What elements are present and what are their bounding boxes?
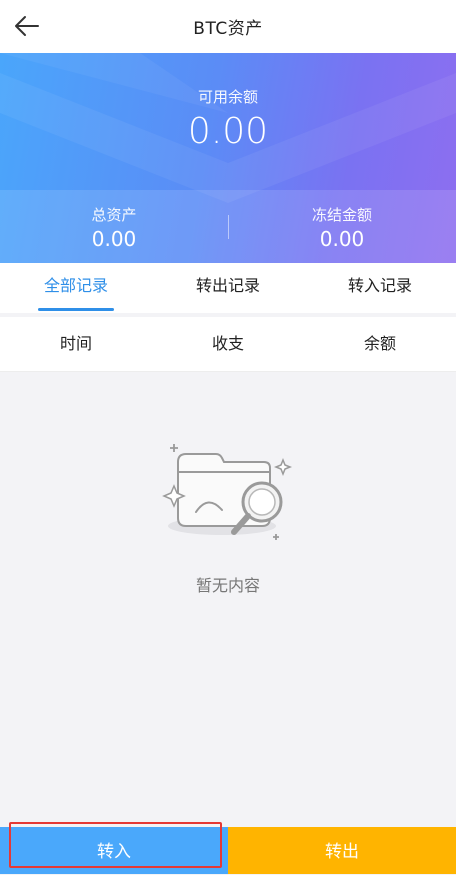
asset-summary: 总资产 0.00 冻结金额 0.00 bbox=[0, 190, 456, 263]
total-assets-value: 0.00 bbox=[91, 227, 137, 251]
transfer-in-button[interactable]: 转入 bbox=[0, 827, 228, 874]
table-header: 时间 收支 余额 bbox=[0, 317, 456, 372]
empty-state: 暂无内容 bbox=[0, 372, 456, 827]
available-balance-value: 0.00 bbox=[187, 111, 269, 152]
page-title: BTC资产 bbox=[193, 19, 263, 39]
top-bar: BTC资产 bbox=[0, 0, 456, 53]
column-balance: 余额 bbox=[363, 334, 396, 353]
transfer-out-button[interactable]: 转出 bbox=[228, 827, 456, 874]
active-tab-indicator bbox=[38, 308, 114, 311]
record-tabs: 全部记录 转出记录 转入记录 bbox=[0, 263, 456, 313]
column-time: 时间 bbox=[59, 334, 92, 353]
empty-folder-magnifier-icon bbox=[162, 444, 293, 540]
tab-all-records[interactable]: 全部记录 bbox=[0, 263, 152, 313]
total-assets: 总资产 0.00 bbox=[0, 204, 228, 251]
action-bar: 转入 转出 bbox=[0, 827, 456, 874]
tab-transfer-in-records[interactable]: 转入记录 bbox=[304, 263, 456, 313]
balance-banner: 可用余额 0.00 总资产 0.00 冻结金额 0.00 bbox=[0, 53, 456, 263]
empty-state-text: 暂无内容 bbox=[195, 576, 260, 595]
tab-transfer-out-records[interactable]: 转出记录 bbox=[152, 263, 304, 313]
frozen-amount-value: 0.00 bbox=[319, 227, 365, 251]
frozen-amount: 冻结金额 0.00 bbox=[228, 204, 456, 251]
back-arrow-icon[interactable] bbox=[12, 12, 42, 40]
frozen-amount-label: 冻结金额 bbox=[311, 206, 372, 224]
available-balance-label: 可用余额 bbox=[197, 88, 258, 106]
total-assets-label: 总资产 bbox=[91, 206, 137, 224]
column-income-expense: 收支 bbox=[211, 334, 244, 353]
